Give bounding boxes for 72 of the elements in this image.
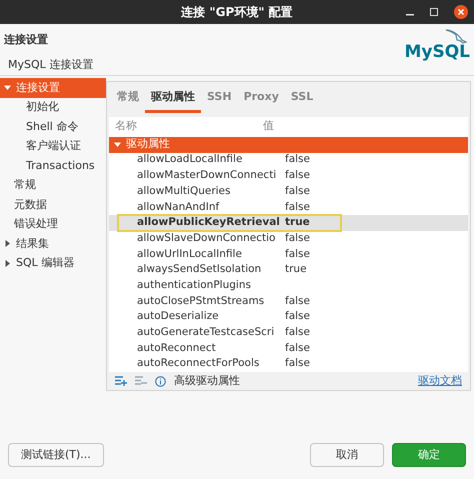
add-row-icon[interactable] <box>115 376 127 386</box>
property-value: false <box>285 294 310 309</box>
collapsed-caret-icon[interactable] <box>4 260 11 267</box>
sidebar-item[interactable]: 常规 <box>0 176 106 195</box>
property-row[interactable]: alwaysSendSetIsolation true <box>109 262 468 278</box>
sidebar-item[interactable]: 元数据 <box>0 195 106 214</box>
sidebar-item[interactable]: Transactions <box>0 156 106 176</box>
header-title: 连接设置 <box>4 32 49 48</box>
window-title: 连接 "GP环境" 配置 <box>181 4 293 21</box>
tab[interactable]: 驱动属性 <box>145 86 201 112</box>
property-name: autoClosePStmtStreams <box>136 294 266 309</box>
property-value: false <box>285 340 310 356</box>
info-icon <box>155 376 166 387</box>
property-value: false <box>285 168 310 184</box>
property-value: true <box>285 262 307 278</box>
property-name: allowMasterDownConnecti <box>136 168 278 184</box>
property-row[interactable]: allowSlaveDownConnectio false <box>109 230 468 247</box>
dialog-button[interactable]: 测试链接(T)... <box>8 443 104 468</box>
property-name: authenticationPlugins <box>136 278 252 293</box>
property-name: allowPublicKeyRetrieval <box>136 215 281 230</box>
property-value: true <box>285 215 310 230</box>
property-row[interactable]: allowLoadLocalInfile false <box>109 152 468 168</box>
property-name: autoReconnect <box>136 340 217 356</box>
property-row[interactable]: autoReconnect false <box>109 340 468 356</box>
property-row[interactable]: autoGenerateTestcaseScri false <box>109 325 468 341</box>
property-row[interactable]: allowUrlInLocalInfile false <box>109 246 468 262</box>
property-name: allowUrlInLocalInfile <box>136 246 243 262</box>
expanded-caret-icon[interactable] <box>4 84 11 92</box>
expanded-caret-icon[interactable] <box>114 141 121 148</box>
property-row[interactable]: allowMultiQueries false <box>109 184 468 200</box>
property-value: false <box>285 184 310 199</box>
property-value: false <box>285 309 310 324</box>
group-row[interactable]: 驱动属性 <box>109 136 468 152</box>
property-value: false <box>285 152 310 168</box>
property-value: false <box>285 230 310 246</box>
property-row[interactable]: autoDeserialize false <box>109 309 468 326</box>
property-value: false <box>285 325 310 340</box>
sidebar-item[interactable]: 初始化 <box>0 98 106 117</box>
property-row[interactable]: allowNanAndInf false <box>109 200 468 216</box>
property-row[interactable]: allowPublicKeyRetrieval true <box>109 215 468 231</box>
sidebar-item[interactable]: 客户端认证 <box>0 136 106 156</box>
property-name: alwaysSendSetIsolation <box>136 262 262 278</box>
property-row[interactable]: autoReconnectForPools false <box>109 356 468 372</box>
property-value: false <box>285 356 310 372</box>
property-name: autoReconnectForPools <box>136 356 260 372</box>
close-icon[interactable] <box>454 5 468 19</box>
sidebar-label: SQL 编辑器 <box>16 255 74 271</box>
property-value: false <box>285 200 310 215</box>
sidebar-item[interactable]: Shell 命令 <box>0 117 106 136</box>
property-name: allowNanAndInf <box>136 200 220 215</box>
sidebar-item[interactable]: 错误处理 <box>0 214 106 234</box>
sidebar-label: 连接设置 <box>16 80 60 96</box>
property-name: allowSlaveDownConnectio <box>136 230 276 246</box>
sidebar-label: 结果集 <box>16 236 49 252</box>
property-name: allowLoadLocalInfile <box>136 152 244 168</box>
toolbar-label: 高级驱动属性 <box>174 372 240 389</box>
header-subtitle: MySQL 连接设置 <box>8 56 94 72</box>
dialog-button[interactable]: 取消 <box>310 443 384 468</box>
maximize-icon[interactable] <box>430 8 438 16</box>
property-row[interactable]: allowMasterDownConnecti false <box>109 168 468 184</box>
logo-text: MySQL <box>404 44 470 61</box>
column-header: 值 <box>263 118 274 134</box>
property-name: allowMultiQueries <box>136 184 232 199</box>
property-name: autoDeserialize <box>136 309 220 324</box>
property-name: autoGenerateTestcaseScri <box>136 325 276 340</box>
docs-link[interactable]: 驱动文档 <box>418 372 462 390</box>
property-row[interactable]: autoClosePStmtStreams false <box>109 294 468 310</box>
column-header: 名称 <box>114 118 138 134</box>
property-value: false <box>285 246 310 262</box>
property-row[interactable]: authenticationPlugins <box>109 278 468 294</box>
collapsed-caret-icon[interactable] <box>4 240 11 248</box>
group-label: 驱动属性 <box>126 136 170 152</box>
